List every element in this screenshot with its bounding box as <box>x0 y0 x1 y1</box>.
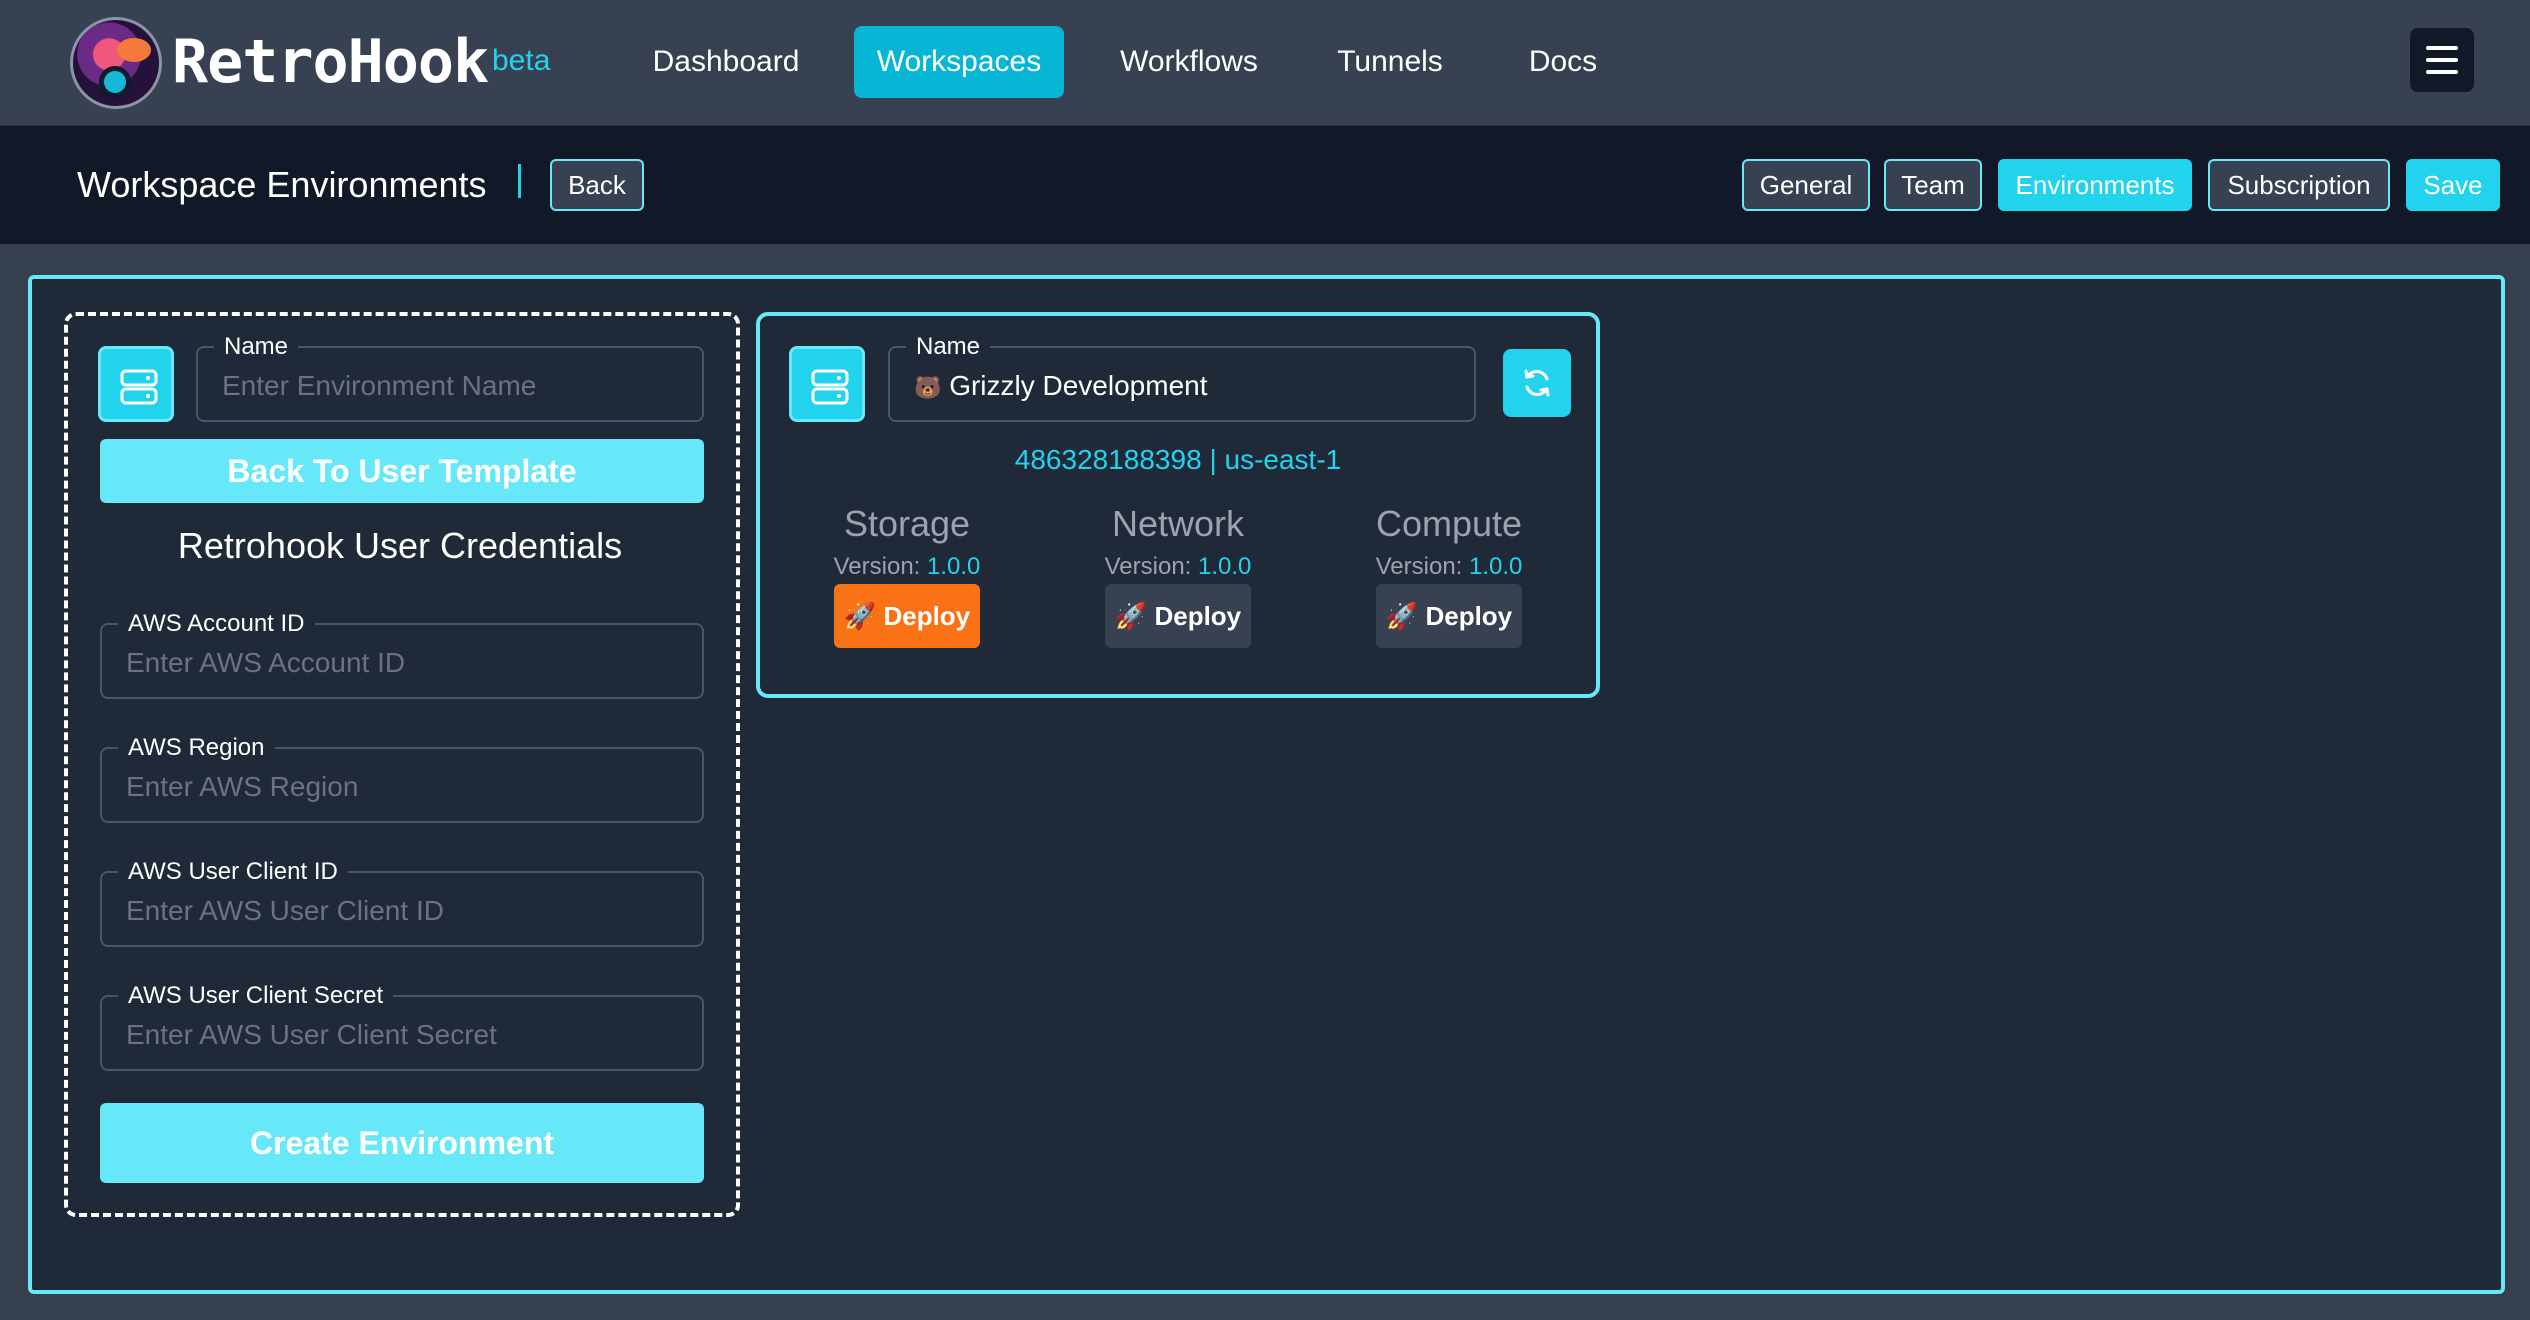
nav-docs[interactable]: Docs <box>1500 26 1626 98</box>
bear-emoji-icon: 🐻 <box>914 375 942 400</box>
tab-team[interactable]: Team <box>1884 159 1982 211</box>
aws-account-id-field[interactable]: AWS Account ID Enter AWS Account ID <box>100 611 704 699</box>
aws-account-id-label: AWS Account ID <box>118 611 315 637</box>
aws-region-placeholder: Enter AWS Region <box>126 771 359 802</box>
aws-region: us-east-1 <box>1224 444 1342 475</box>
service-name: Compute <box>1375 503 1523 544</box>
deploy-network-button[interactable]: 🚀 Deploy <box>1105 584 1251 648</box>
aws-user-client-id-field[interactable]: AWS User Client ID Enter AWS User Client… <box>100 859 704 947</box>
environment-name-input[interactable]: Name Enter Environment Name <box>196 334 704 422</box>
aws-user-client-secret-label: AWS User Client Secret <box>118 983 394 1009</box>
server-icon <box>98 346 174 422</box>
environment-name-label: Name <box>214 334 299 360</box>
nav-tunnels[interactable]: Tunnels <box>1322 26 1458 98</box>
hamburger-menu-button[interactable] <box>2410 28 2474 92</box>
deploy-compute-button[interactable]: 🚀 Deploy <box>1376 584 1522 648</box>
environment-name-value: 🐻 Grizzly Development <box>914 368 1208 406</box>
rocket-icon: 🚀 <box>1385 601 1419 631</box>
aws-user-client-secret-field[interactable]: AWS User Client Secret Enter AWS User Cl… <box>100 983 704 1071</box>
service-name: Storage <box>843 503 971 544</box>
workspace-subheader: Workspace Environments Back General Team… <box>0 126 2530 244</box>
top-navbar: RetroHook beta Dashboard Workspaces Work… <box>0 0 2530 126</box>
deploy-storage-button[interactable]: 🚀 Deploy <box>834 584 980 648</box>
server-icon <box>789 346 865 422</box>
aws-region-label: AWS Region <box>118 735 275 761</box>
rocket-icon: 🚀 <box>1114 601 1148 631</box>
environment-name-field[interactable]: Name 🐻 Grizzly Development <box>888 334 1476 422</box>
back-to-user-template-button[interactable]: Back To User Template <box>100 439 704 503</box>
aws-region-field[interactable]: AWS Region Enter AWS Region <box>100 735 704 823</box>
nav-dashboard[interactable]: Dashboard <box>628 26 824 98</box>
account-separator: | <box>1209 444 1217 475</box>
aws-user-client-id-placeholder: Enter AWS User Client ID <box>126 895 444 926</box>
create-environment-button[interactable]: Create Environment <box>100 1103 704 1183</box>
refresh-icon <box>1524 369 1550 397</box>
account-region-line: 486328188398 | us-east-1 <box>756 440 1600 480</box>
service-compute: Compute Version: 1.0.0 <box>1349 500 1549 584</box>
aws-account-id-placeholder: Enter AWS Account ID <box>126 647 406 678</box>
aws-user-client-id-label: AWS User Client ID <box>118 859 348 885</box>
rocket-icon: 🚀 <box>843 601 877 631</box>
service-version: Version: 1.0.0 <box>1104 553 1252 580</box>
credentials-title: Retrohook User Credentials <box>177 525 623 566</box>
service-storage: Storage Version: 1.0.0 <box>807 500 1007 584</box>
beta-badge: beta <box>492 44 551 77</box>
tab-general[interactable]: General <box>1742 159 1870 211</box>
aws-account-id: 486328188398 <box>1014 444 1202 475</box>
back-button[interactable]: Back <box>550 159 644 211</box>
title-divider <box>518 164 521 198</box>
service-network: Network Version: 1.0.0 <box>1078 500 1278 584</box>
tab-subscription[interactable]: Subscription <box>2208 159 2390 211</box>
environment-name-text: Grizzly Development <box>949 370 1208 401</box>
service-version: Version: 1.0.0 <box>1375 553 1523 580</box>
aws-user-client-secret-placeholder: Enter AWS User Client Secret <box>126 1019 497 1050</box>
service-version: Version: 1.0.0 <box>833 553 981 580</box>
nav-workflows[interactable]: Workflows <box>1100 26 1278 98</box>
retrohook-logo[interactable] <box>70 17 162 109</box>
refresh-button[interactable] <box>1503 349 1571 417</box>
nav-workspaces[interactable]: Workspaces <box>854 26 1064 98</box>
environment-name-label: Name <box>906 334 991 360</box>
hamburger-icon <box>2426 46 2458 50</box>
brand-name[interactable]: RetroHook <box>172 24 489 100</box>
environment-name-placeholder: Enter Environment Name <box>222 370 537 401</box>
save-button[interactable]: Save <box>2406 159 2500 211</box>
service-name: Network <box>1111 503 1245 544</box>
tab-environments[interactable]: Environments <box>1998 159 2192 211</box>
page-title: Workspace Environments <box>77 164 487 205</box>
